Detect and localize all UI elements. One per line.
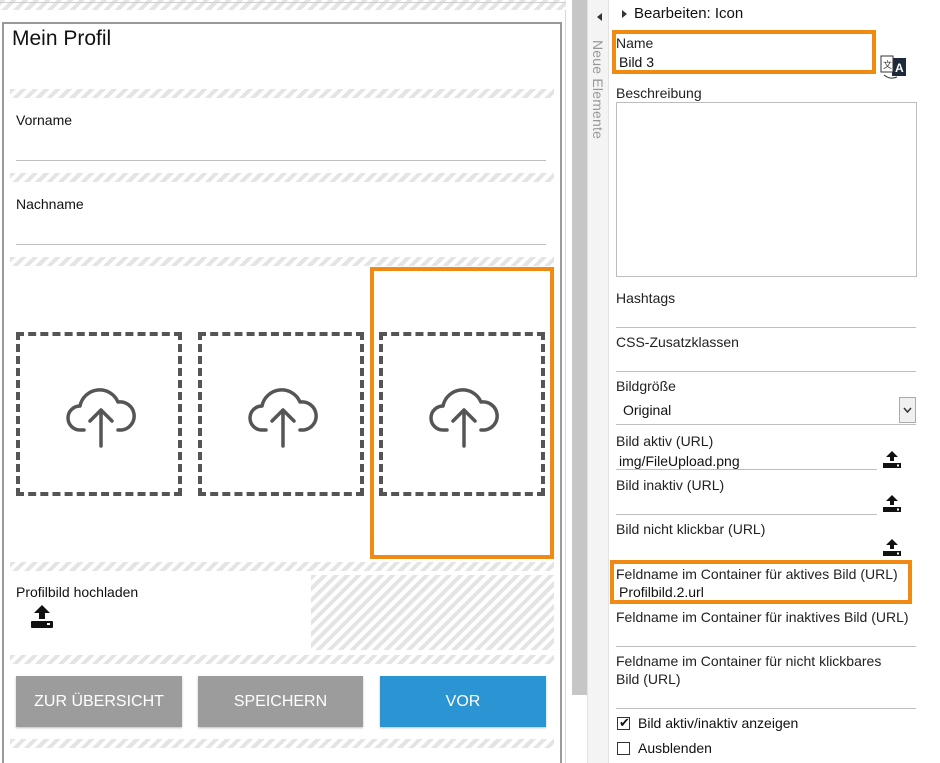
image-not-clickable-label: Bild nicht klickbar (URL)	[616, 521, 766, 537]
selected-element-highlight	[370, 267, 554, 559]
placeholder-area	[311, 575, 554, 650]
field-inactive-input[interactable]	[616, 646, 916, 647]
field-inactive-label: Feldname im Container für inaktives Bild…	[616, 609, 909, 625]
name-field-highlight	[612, 30, 876, 74]
field-not-clickable-label-cont: Bild (URL)	[616, 671, 681, 687]
field-not-clickable-label: Feldname im Container für nicht klickbar…	[616, 653, 882, 669]
show-active-checkbox[interactable]: ✔	[617, 715, 630, 730]
section-separator	[10, 257, 554, 266]
hide-label[interactable]: Ausblenden	[638, 740, 712, 756]
section-separator	[10, 89, 554, 98]
css-classes-label: CSS-Zusatzklassen	[616, 334, 739, 350]
checkmark-icon: ✔	[619, 715, 630, 730]
field-active-highlight	[610, 560, 912, 604]
hashtags-label: Hashtags	[616, 290, 676, 306]
upload-icon[interactable]	[29, 603, 55, 634]
new-elements-label[interactable]: Neue Elemente	[590, 40, 606, 139]
description-label: Beschreibung	[616, 85, 702, 101]
section-separator	[10, 655, 554, 664]
chevron-down-icon[interactable]	[899, 397, 916, 423]
upload-icon[interactable]	[882, 494, 902, 518]
image-size-label: Bildgröße	[616, 378, 676, 394]
nachname-label: Nachname	[16, 196, 84, 212]
next-button[interactable]: VOR	[380, 676, 546, 727]
panel-title: Bearbeiten: Icon	[634, 5, 744, 22]
svg-text:文: 文	[883, 59, 892, 71]
profile-upload-label: Profilbild hochladen	[16, 584, 139, 600]
cloud-upload-icon	[248, 388, 318, 448]
overview-button[interactable]: ZUR ÜBERSICHT	[16, 676, 182, 727]
upload-icon[interactable]	[882, 450, 902, 474]
panel-header[interactable]: Bearbeiten: Icon	[622, 5, 743, 22]
nachname-input[interactable]	[16, 244, 546, 245]
section-separator	[10, 739, 554, 748]
image-upload-1[interactable]	[16, 332, 182, 496]
image-upload-2[interactable]	[198, 332, 364, 496]
field-not-clickable-input[interactable]	[616, 708, 916, 709]
save-button[interactable]: SPEICHERN	[198, 676, 363, 727]
cloud-upload-icon	[66, 388, 136, 448]
image-active-underline	[616, 469, 877, 470]
image-inactive-input[interactable]	[616, 514, 877, 515]
css-classes-input[interactable]	[616, 371, 916, 372]
hashtags-input[interactable]	[616, 327, 916, 328]
image-active-input[interactable]: img/FileUpload.png	[619, 453, 740, 469]
svg-text:A: A	[895, 61, 904, 75]
section-separator	[10, 562, 554, 571]
show-active-label[interactable]: Bild aktiv/inaktiv anzeigen	[638, 715, 798, 731]
expand-arrow-icon	[622, 9, 627, 18]
canvas-scrollbar[interactable]	[572, 0, 587, 695]
image-active-label: Bild aktiv (URL)	[616, 433, 714, 449]
canvas-top-stripe	[0, 0, 566, 10]
collapse-arrow-icon[interactable]	[597, 13, 602, 21]
image-size-select[interactable]: Original	[616, 395, 916, 425]
image-size-value: Original	[623, 402, 672, 418]
upload-icon[interactable]	[882, 538, 902, 562]
vorname-label: Vorname	[16, 112, 73, 128]
image-inactive-label: Bild inaktiv (URL)	[616, 477, 725, 493]
vorname-input[interactable]	[16, 160, 546, 161]
section-separator	[10, 173, 554, 182]
page-title: Mein Profil	[12, 27, 112, 50]
description-textarea[interactable]	[616, 102, 917, 277]
hide-checkbox[interactable]	[617, 742, 630, 755]
translate-icon[interactable]: A 文	[880, 54, 908, 85]
